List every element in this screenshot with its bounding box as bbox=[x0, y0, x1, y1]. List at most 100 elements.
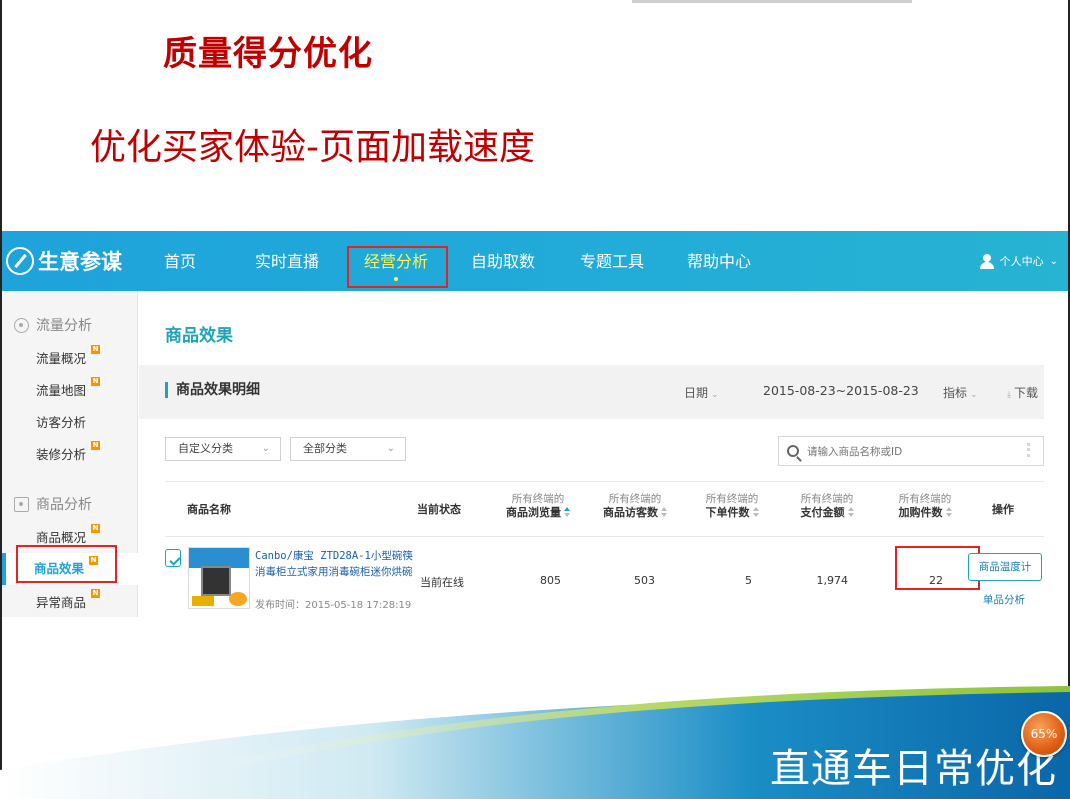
sidebar-group-label: 流量分析 bbox=[36, 318, 92, 334]
search-clear-icon[interactable] bbox=[1027, 443, 1037, 457]
metric-selector[interactable]: 指标 ⌄ bbox=[943, 384, 978, 401]
date-range[interactable]: 2015-08-23~2015-08-23 bbox=[763, 383, 919, 398]
nav-highlight-box bbox=[347, 246, 448, 288]
publish-time: 发布时间：2015-05-18 17:28:19 bbox=[255, 600, 412, 611]
search-box[interactable] bbox=[778, 436, 1044, 466]
sidebar-active-indicator bbox=[2, 553, 6, 585]
sidebar: 流量分析 流量概况 N 流量地图 N 访客分析 装修分析 N 商品分析 商品概况… bbox=[2, 291, 138, 617]
column-operations: 操作 bbox=[992, 503, 1014, 516]
progress-percent-badge: 65% bbox=[1021, 711, 1067, 757]
new-badge: N bbox=[91, 441, 100, 450]
chevron-down-icon: ⌄ bbox=[970, 390, 978, 400]
new-badge: N bbox=[91, 524, 100, 533]
date-label: 日期 bbox=[684, 386, 709, 400]
top-shadow bbox=[632, 0, 912, 3]
compass-icon bbox=[6, 247, 34, 275]
nav-home[interactable]: 首页 bbox=[164, 231, 196, 291]
nav-realtime[interactable]: 实时直播 bbox=[255, 231, 319, 291]
download-label: 下载 bbox=[1013, 386, 1038, 400]
sidebar-item-abnormal-products[interactable]: 异常商品 bbox=[36, 593, 86, 613]
all-category-label: 全部分类 bbox=[303, 442, 347, 455]
product-check-icon[interactable] bbox=[165, 549, 181, 567]
thumbnail-stamp bbox=[229, 592, 247, 606]
product-thumbnail[interactable] bbox=[188, 547, 250, 609]
new-badge: N bbox=[91, 377, 100, 386]
column-prefix: 所有终端的 bbox=[705, 493, 759, 505]
sidebar-item-traffic-overview[interactable]: 流量概况 bbox=[36, 349, 86, 369]
column-orders-label: 下单件数 bbox=[705, 506, 750, 519]
column-status: 当前状态 bbox=[417, 503, 461, 516]
bottom-caption: 直通车日常优化 bbox=[770, 746, 1057, 792]
cell-orders: 5 bbox=[745, 574, 752, 587]
sort-icon[interactable] bbox=[847, 507, 854, 519]
date-selector[interactable]: 日期 ⌄ bbox=[684, 384, 719, 401]
logo-text: 生意参谋 bbox=[38, 250, 122, 274]
column-product-name: 商品名称 bbox=[187, 503, 231, 516]
nav-special-tools[interactable]: 专题工具 bbox=[580, 231, 644, 291]
metric-label: 指标 bbox=[943, 386, 968, 400]
all-category-dropdown[interactable]: 全部分类 ⌄ bbox=[290, 437, 406, 461]
chevron-down-icon: ⌄ bbox=[261, 443, 270, 454]
cell-views: 805 bbox=[540, 574, 561, 587]
product-name-link[interactable]: Canbo/康宝 ZTD28A-1小型碗筷消毒柜立式家用消毒碗柜迷你烘碗 bbox=[255, 548, 415, 580]
top-navigation: 生意参谋 首页 实时直播 经营分析 自助取数 专题工具 帮助中心 个人中心 ⌄ bbox=[2, 231, 1068, 291]
column-pay-amount-label: 支付金额 bbox=[800, 506, 845, 519]
new-badge: N bbox=[91, 345, 100, 354]
chevron-down-icon: ⌄ bbox=[1049, 255, 1058, 267]
download-button[interactable]: ⤓ 下载 bbox=[1007, 384, 1038, 401]
sidebar-group-traffic[interactable]: 流量分析 bbox=[14, 315, 92, 335]
new-badge: N bbox=[91, 589, 100, 598]
app-screenshot: 生意参谋 首页 实时直播 经营分析 自助取数 专题工具 帮助中心 个人中心 ⌄ … bbox=[2, 231, 1068, 617]
sort-icon[interactable] bbox=[661, 507, 667, 519]
user-center-menu[interactable]: 个人中心 ⌄ bbox=[979, 231, 1058, 291]
search-icon bbox=[787, 445, 799, 457]
column-cart[interactable]: 所有终端的 加购件数 bbox=[885, 492, 965, 520]
column-orders[interactable]: 所有终端的 下单件数 bbox=[692, 492, 772, 520]
chevron-down-icon: ⌄ bbox=[711, 390, 719, 400]
section-title: 商品效果明细 bbox=[165, 382, 260, 398]
sidebar-item-visitor-analysis[interactable]: 访客分析 bbox=[36, 413, 86, 433]
page-title: 商品效果 bbox=[165, 326, 233, 346]
custom-category-dropdown[interactable]: 自定义分类 ⌄ bbox=[165, 437, 281, 461]
column-pay-amount[interactable]: 所有终端的 支付金额 bbox=[787, 492, 867, 520]
nav-self-service[interactable]: 自助取数 bbox=[471, 231, 535, 291]
section-header: 商品效果明细 日期 ⌄ 2015-08-23~2015-08-23 指标 ⌄ ⤓ 下载 bbox=[139, 365, 1044, 419]
download-icon: ⤓ bbox=[1007, 390, 1011, 400]
column-views-label: 商品浏览量 bbox=[506, 506, 561, 519]
column-visitors-label: 商品访客数 bbox=[603, 506, 658, 519]
table-header: 商品名称 当前状态 所有终端的 商品浏览量 所有终端的 商品访客数 所有终端的 … bbox=[165, 481, 1044, 537]
logo[interactable]: 生意参谋 bbox=[6, 245, 122, 277]
cell-visitors: 503 bbox=[634, 574, 655, 587]
sidebar-item-traffic-map[interactable]: 流量地图 bbox=[36, 381, 86, 401]
product-box-icon bbox=[14, 496, 29, 512]
table-row: Canbo/康宝 ZTD28A-1小型碗筷消毒柜立式家用消毒碗柜迷你烘碗 发布时… bbox=[165, 539, 1044, 617]
slide-title: 质量得分优化 bbox=[163, 34, 373, 74]
column-prefix: 所有终端的 bbox=[608, 493, 662, 505]
cell-pay-amount: 1,974 bbox=[816, 574, 849, 587]
sort-icon[interactable] bbox=[564, 507, 570, 519]
user-icon bbox=[979, 253, 994, 269]
nav-help-center[interactable]: 帮助中心 bbox=[687, 231, 751, 291]
cell-status: 当前在线 bbox=[420, 576, 464, 589]
column-views[interactable]: 所有终端的 商品浏览量 bbox=[498, 492, 578, 520]
column-visitors[interactable]: 所有终端的 商品访客数 bbox=[595, 492, 675, 520]
column-prefix: 所有终端的 bbox=[800, 493, 854, 505]
sort-icon[interactable] bbox=[752, 507, 759, 519]
user-center-label: 个人中心 bbox=[999, 255, 1044, 268]
column-prefix: 所有终端的 bbox=[898, 493, 952, 505]
eye-icon bbox=[14, 317, 29, 333]
custom-category-label: 自定义分类 bbox=[178, 442, 233, 455]
sidebar-highlight-box bbox=[16, 545, 117, 583]
column-cart-label: 加购件数 bbox=[898, 506, 943, 519]
sidebar-item-decoration-analysis[interactable]: 装修分析 bbox=[36, 445, 86, 465]
single-product-analysis-link[interactable]: 单品分析 bbox=[983, 592, 1025, 607]
sidebar-group-product[interactable]: 商品分析 bbox=[14, 494, 92, 514]
sidebar-group-label: 商品分析 bbox=[36, 497, 92, 513]
main-content: 商品效果 商品效果明细 日期 ⌄ 2015-08-23~2015-08-23 指标… bbox=[139, 291, 1068, 617]
sort-icon[interactable] bbox=[945, 507, 952, 519]
search-input[interactable] bbox=[807, 443, 1027, 461]
thumbnail-price-tag bbox=[192, 596, 214, 606]
thumbnail-product-shape bbox=[201, 566, 231, 596]
product-thermometer-button[interactable]: 商品温度计 bbox=[968, 553, 1042, 581]
thumbnail-banner bbox=[189, 548, 249, 568]
